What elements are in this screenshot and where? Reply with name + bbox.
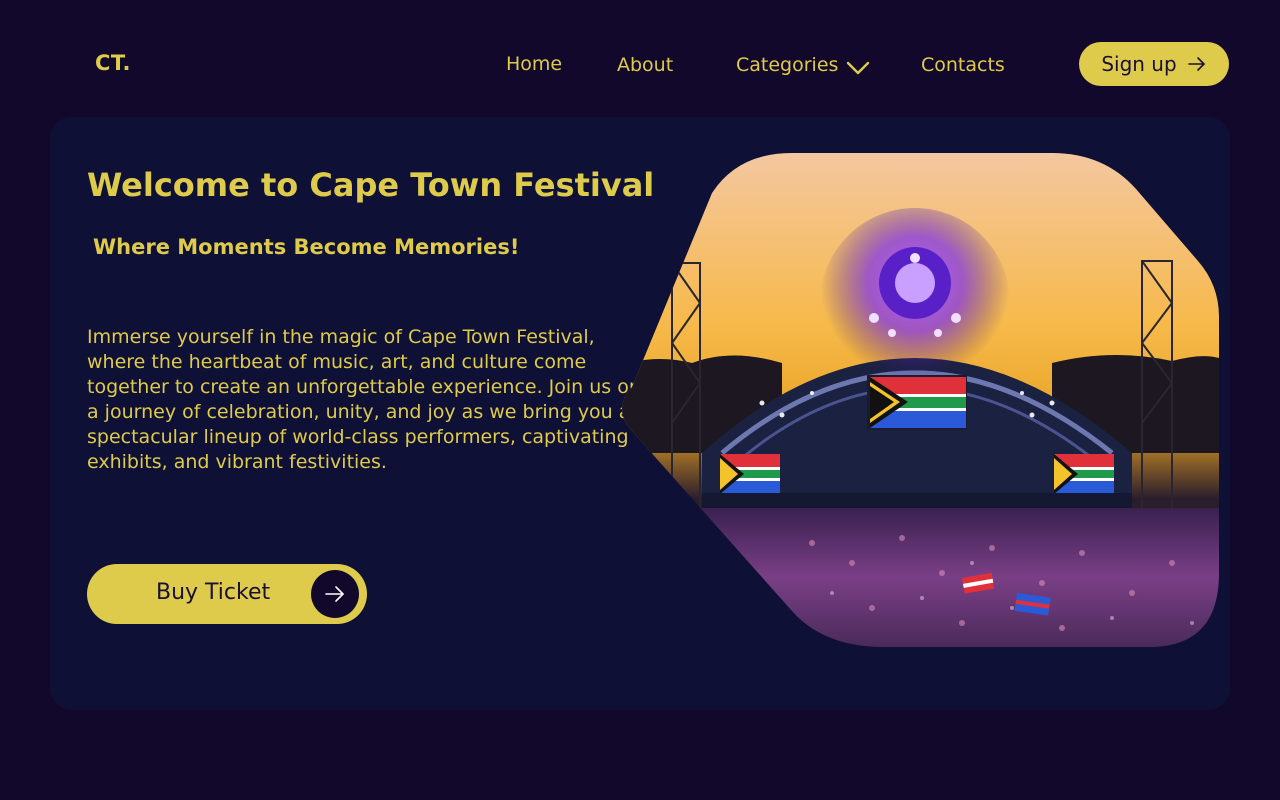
buy-ticket-label: Buy Ticket: [156, 580, 271, 605]
nav-contacts[interactable]: Contacts: [921, 54, 1005, 76]
arrow-right-icon: [1187, 57, 1205, 71]
buy-ticket-arrow: [311, 570, 359, 618]
nav-categories[interactable]: Categories: [736, 54, 870, 76]
arrow-right-icon: [325, 586, 344, 602]
hero-title: Welcome to Cape Town Festival: [87, 166, 655, 204]
hero-description: Immerse yourself in the magic of Cape To…: [87, 326, 641, 473]
buy-ticket-button[interactable]: Buy Ticket: [87, 564, 367, 624]
nav-about[interactable]: About: [617, 54, 673, 76]
nav-categories-label: Categories: [736, 54, 839, 76]
chevron-down-icon: [847, 61, 870, 75]
signup-label: Sign up: [1101, 52, 1177, 76]
signup-button[interactable]: Sign up: [1079, 42, 1229, 86]
festival-stage-image: [622, 153, 1219, 647]
nav-home[interactable]: Home: [506, 53, 562, 75]
hero-subtitle: Where Moments Become Memories!: [93, 235, 520, 259]
